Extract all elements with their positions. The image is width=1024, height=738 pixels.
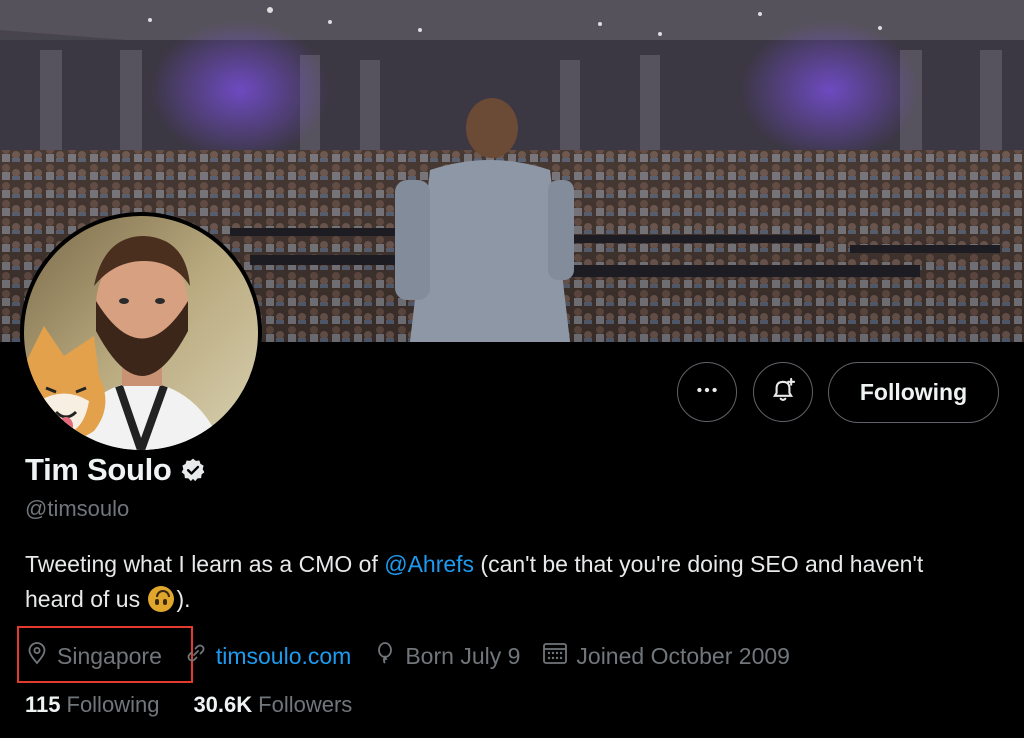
profile-stats: 115 Following 30.6K Followers	[25, 692, 386, 718]
joined-text: Joined October 2009	[576, 642, 790, 669]
profile-location: Singapore	[25, 641, 162, 671]
verified-badge-icon[interactable]	[180, 457, 206, 483]
profile-joined: Joined October 2009	[542, 641, 790, 671]
followers-label: Followers	[258, 692, 353, 717]
bell-plus-icon	[769, 376, 797, 409]
bio-mention-link[interactable]: @Ahrefs	[384, 551, 474, 577]
more-options-button[interactable]	[677, 362, 737, 422]
upside-down-face-emoji-icon	[148, 586, 175, 612]
profile-name: Tim Soulo	[25, 452, 172, 487]
following-count-link[interactable]: 115 Following	[25, 692, 159, 718]
profile-birthday: Born July 9	[373, 641, 520, 671]
profile-name-row: Tim Soulo	[25, 452, 206, 488]
profile-handle: @timsoulo	[25, 496, 130, 521]
calendar-icon	[542, 641, 576, 671]
more-dots-icon	[694, 377, 720, 408]
following-count: 115	[25, 692, 61, 717]
bio-text-end: ).	[176, 586, 191, 612]
website-link[interactable]: timsoulo.com	[216, 643, 351, 670]
birthday-text: Born July 9	[405, 642, 521, 669]
profile-website[interactable]: timsoulo.com	[184, 641, 351, 671]
followers-count: 30.6K	[193, 692, 253, 717]
profile-bio: Tweeting what I learn as a CMO of @Ahref…	[25, 547, 985, 617]
notifications-button[interactable]	[753, 362, 813, 422]
balloon-icon	[373, 641, 405, 671]
bio-text-start: Tweeting what I learn as a CMO of	[25, 551, 385, 577]
profile-avatar[interactable]	[20, 212, 262, 454]
location-pin-icon	[25, 641, 57, 671]
link-icon	[184, 641, 216, 671]
profile-meta-row: Singapore timsoulo.com Born July 9 Joine…	[25, 638, 812, 674]
following-button[interactable]: Following	[828, 362, 999, 423]
followers-count-link[interactable]: 30.6K Followers	[193, 692, 352, 718]
location-text: Singapore	[57, 642, 162, 669]
following-label: Following	[66, 692, 160, 717]
